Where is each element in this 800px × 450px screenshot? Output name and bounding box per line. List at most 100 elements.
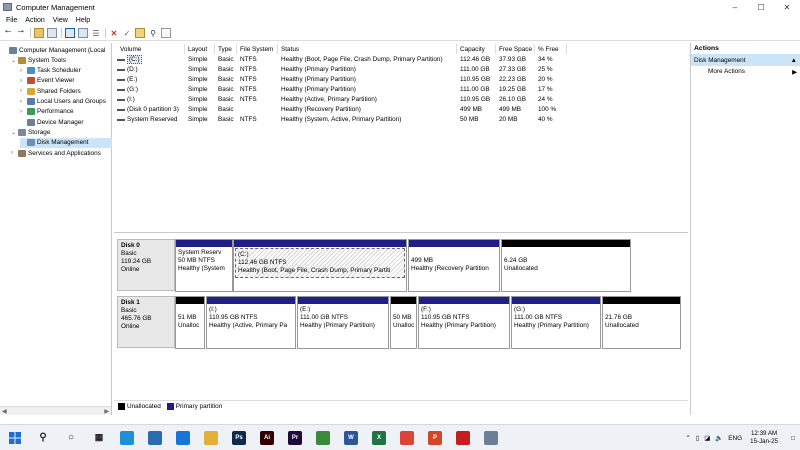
start-icon[interactable] xyxy=(8,431,22,445)
volume-row[interactable]: System Reserved Simple Basic NTFS Healthy (S… xyxy=(114,115,688,125)
collapse-icon[interactable]: ▲ xyxy=(791,57,797,64)
properties-icon[interactable] xyxy=(65,28,75,38)
disk-info[interactable]: Disk 0 Basic 119.24 GB Online xyxy=(117,239,175,291)
partition-block[interactable]: 499 MB Healthy (Recovery Partition xyxy=(408,239,500,292)
search-icon[interactable]: ⚲ xyxy=(36,431,50,445)
volume-cell: NTFS xyxy=(240,66,257,73)
column-header[interactable]: Free Space xyxy=(496,44,535,54)
column-header[interactable]: Layout xyxy=(185,44,215,54)
photoshop-icon[interactable]: Ps xyxy=(232,430,246,445)
close-button[interactable]: ✕ xyxy=(774,0,800,14)
expand-right-icon[interactable]: › xyxy=(20,99,27,105)
search-icon[interactable]: ⚲ xyxy=(148,28,158,38)
tree-item[interactable]: › Services and Applications xyxy=(11,148,101,158)
tree-item[interactable]: Computer Management (Local xyxy=(2,45,105,55)
maximize-button[interactable]: ☐ xyxy=(748,0,774,14)
computer-management-icon[interactable] xyxy=(484,430,498,445)
scroll-right-icon[interactable]: ▶ xyxy=(104,408,109,415)
delete-icon[interactable]: ✕ xyxy=(109,28,119,38)
open-icon[interactable] xyxy=(135,28,145,38)
battery-icon[interactable]: ▯ xyxy=(696,434,700,442)
excel-icon[interactable]: X xyxy=(372,430,386,445)
new-icon[interactable] xyxy=(161,28,171,38)
column-header[interactable]: File System xyxy=(237,44,278,54)
premiere-icon[interactable]: Pr xyxy=(288,430,302,445)
tree-item[interactable]: ⌄ Storage xyxy=(11,127,50,137)
list-view-icon[interactable]: ☰ xyxy=(91,28,101,38)
column-header[interactable]: Type xyxy=(215,44,237,54)
menu-action[interactable]: Action xyxy=(25,17,44,24)
partition-block[interactable]: 6.24 GB Unallocated xyxy=(501,239,631,292)
partition-block[interactable]: (F:) 110.95 GB NTFS Healthy (Primary Parti… xyxy=(418,296,510,349)
volume-row[interactable]: (E:) Simple Basic NTFS Healthy (Primary Part… xyxy=(114,75,688,85)
partition-block[interactable]: System Reserv 50 MB NTFS Healthy (System xyxy=(175,239,233,292)
volume-row[interactable]: (G:) Simple Basic NTFS Healthy (Primary Part… xyxy=(114,85,688,95)
help-icon[interactable] xyxy=(78,28,88,38)
more-actions[interactable]: More Actions ▶ xyxy=(691,66,800,77)
check-icon[interactable]: ✓ xyxy=(122,28,132,38)
partition-block[interactable]: 50 MB Unalloc xyxy=(390,296,417,349)
volume-icon[interactable]: 🔈 xyxy=(715,434,723,442)
tree-item[interactable]: › Task Scheduler xyxy=(20,66,81,76)
expand-right-icon[interactable]: › xyxy=(20,68,27,74)
expand-down-icon[interactable]: ⌄ xyxy=(11,129,18,136)
volume-row[interactable]: (D:) Simple Basic NTFS Healthy (Primary Part… xyxy=(114,65,688,75)
tree-item-label: Local Users and Groups xyxy=(37,98,106,105)
expand-down-icon[interactable]: ⌄ xyxy=(11,57,18,64)
menu-file[interactable]: File xyxy=(6,17,17,24)
column-header[interactable]: Status xyxy=(278,44,457,54)
partition-block[interactable]: 21.76 GB Unallocated xyxy=(602,296,681,349)
forward-icon[interactable]: 🠖 xyxy=(16,27,26,38)
chrome-icon[interactable] xyxy=(400,430,414,445)
disk-status: Online xyxy=(121,266,140,273)
partition-block[interactable]: (I:) 110.95 GB NTFS Healthy (Active, Prima… xyxy=(206,296,296,349)
acrobat-icon[interactable] xyxy=(456,430,470,445)
cortana-icon[interactable]: ○ xyxy=(64,431,78,445)
minimize-button[interactable]: – xyxy=(722,0,748,14)
task-view-icon[interactable]: ▦ xyxy=(92,431,106,445)
column-header[interactable]: Capacity xyxy=(457,44,496,54)
scroll-left-icon[interactable]: ◀ xyxy=(2,408,7,415)
expand-right-icon[interactable]: › xyxy=(20,109,27,115)
tree-item[interactable]: › Local Users and Groups xyxy=(20,97,106,107)
volume-row[interactable]: (I:) Simple Basic NTFS Healthy (Active, Prim… xyxy=(114,95,688,105)
expand-right-icon[interactable]: › xyxy=(20,88,27,94)
tree-item[interactable]: › Shared Folders xyxy=(20,86,81,96)
show-hide-tree-icon[interactable] xyxy=(47,28,57,38)
up-folder-icon[interactable] xyxy=(34,28,44,38)
tree-item[interactable]: › Performance xyxy=(20,107,74,117)
expand-right-icon[interactable]: › xyxy=(11,150,18,156)
volume-row[interactable]: (C:) Simple Basic NTFS Healthy (Boot, Page F… xyxy=(114,55,688,65)
edge-icon[interactable] xyxy=(120,430,134,445)
back-icon[interactable]: 🠔 xyxy=(3,27,13,38)
language-indicator[interactable]: ENG xyxy=(728,435,742,442)
file-explorer-icon[interactable] xyxy=(204,430,218,445)
store-icon[interactable] xyxy=(148,430,162,445)
chevron-up-icon[interactable]: ⌃ xyxy=(685,434,690,442)
tree-item[interactable]: ⌄ System Tools xyxy=(11,55,66,65)
column-header[interactable]: Volume xyxy=(117,44,185,54)
expand-right-icon[interactable]: › xyxy=(20,78,27,84)
actions-section[interactable]: Disk Management ▲ xyxy=(691,54,800,66)
coreldraw-icon[interactable] xyxy=(316,430,330,445)
network-icon[interactable]: ◪ xyxy=(704,434,710,442)
column-header[interactable]: % Free xyxy=(535,44,567,54)
mail-icon[interactable] xyxy=(176,430,190,445)
powerpoint-icon[interactable]: P xyxy=(428,430,442,445)
partition-block[interactable]: 51 MB Unalloc xyxy=(175,296,205,349)
menu-help[interactable]: Help xyxy=(76,17,90,24)
tree-item[interactable]: › Event Viewer xyxy=(20,76,75,86)
illustrator-icon[interactable]: Ai xyxy=(260,430,274,445)
volume-row[interactable]: (Disk 0 partition 3) Simple Basic Healthy (… xyxy=(114,105,688,115)
partition-block[interactable]: (G:) 111.00 GB NTFS Healthy (Primary Parti… xyxy=(511,296,601,349)
tree-item[interactable]: Disk Management xyxy=(20,137,112,148)
notification-icon[interactable]: □ xyxy=(791,435,795,442)
disk-info[interactable]: Disk 1 Basic 465.76 GB Online xyxy=(117,296,175,348)
clock[interactable]: 12:39 AM 15-Jan-25 xyxy=(750,430,778,446)
partition-block[interactable]: (E:) 111.00 GB NTFS Healthy (Primary Parti… xyxy=(297,296,389,349)
menu-view[interactable]: View xyxy=(53,17,68,24)
tree-item[interactable]: Device Manager xyxy=(20,117,84,127)
partition-block[interactable]: (C:) 112.46 GB NTFS Healthy (Boot, Page Fi… xyxy=(233,239,407,292)
horizontal-scrollbar[interactable]: ◀ ▶ xyxy=(0,406,111,415)
word-icon[interactable]: W xyxy=(344,430,358,445)
